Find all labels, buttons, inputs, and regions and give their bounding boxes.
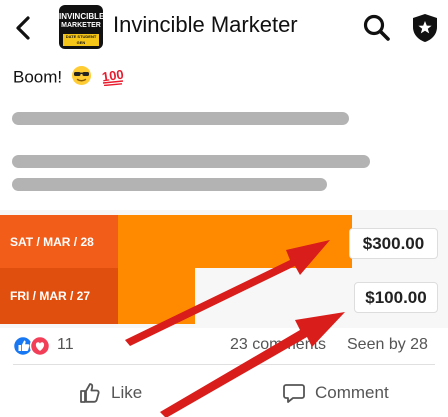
sunglasses-emoji-icon xyxy=(71,65,92,91)
divider xyxy=(13,364,435,365)
shield-star-icon[interactable] xyxy=(410,12,440,44)
earnings-date-1: SAT / MAR / 28 xyxy=(0,215,118,268)
post-image[interactable]: SAT / MAR / 28 FRI / MAR / 27 $300.00 $1… xyxy=(0,210,448,328)
like-button[interactable]: Like xyxy=(78,377,142,409)
post-stats: 11 23 comments Seen by 28 xyxy=(0,330,448,360)
post-text-content: Boom! xyxy=(13,67,63,87)
redacted-line-2 xyxy=(12,155,370,168)
back-arrow-icon[interactable] xyxy=(10,14,36,42)
redacted-line-3 xyxy=(12,178,327,191)
comment-button[interactable]: Comment xyxy=(282,377,389,409)
logo-line2: MARKETER xyxy=(61,22,101,29)
earnings-amount-2: $100.00 xyxy=(354,282,438,313)
logo-line1: INVINCIBLE xyxy=(59,12,103,21)
search-icon[interactable] xyxy=(362,13,392,43)
comment-label: Comment xyxy=(315,383,389,402)
logo-line3: DATE STUDENT GEN xyxy=(63,34,99,46)
page-avatar[interactable]: INVINCIBLE MARKETER DATE STUDENT GEN xyxy=(59,5,103,49)
page-title[interactable]: Invincible Marketer xyxy=(113,12,298,38)
earnings-row-1: SAT / MAR / 28 xyxy=(0,215,352,268)
like-label: Like xyxy=(111,383,143,402)
earnings-amount-1: $300.00 xyxy=(349,228,438,259)
post-text: Boom! 100 xyxy=(13,65,125,91)
like-reaction-icon xyxy=(13,335,34,357)
earnings-row-2: FRI / MAR / 27 xyxy=(0,268,195,324)
top-bar: INVINCIBLE MARKETER DATE STUDENT GEN Inv… xyxy=(0,0,448,56)
earnings-date-2: FRI / MAR / 27 xyxy=(0,268,118,324)
love-reaction-icon xyxy=(29,335,51,357)
comment-icon xyxy=(283,384,305,403)
hundred-emoji-icon: 100 xyxy=(101,66,125,91)
comment-count[interactable]: 23 comments xyxy=(230,336,326,354)
reaction-icons[interactable] xyxy=(13,335,53,357)
reaction-count[interactable]: 11 xyxy=(57,336,74,354)
redacted-line-1 xyxy=(12,112,349,125)
seen-count[interactable]: Seen by 28 xyxy=(347,336,428,354)
thumbs-up-icon xyxy=(80,383,100,403)
